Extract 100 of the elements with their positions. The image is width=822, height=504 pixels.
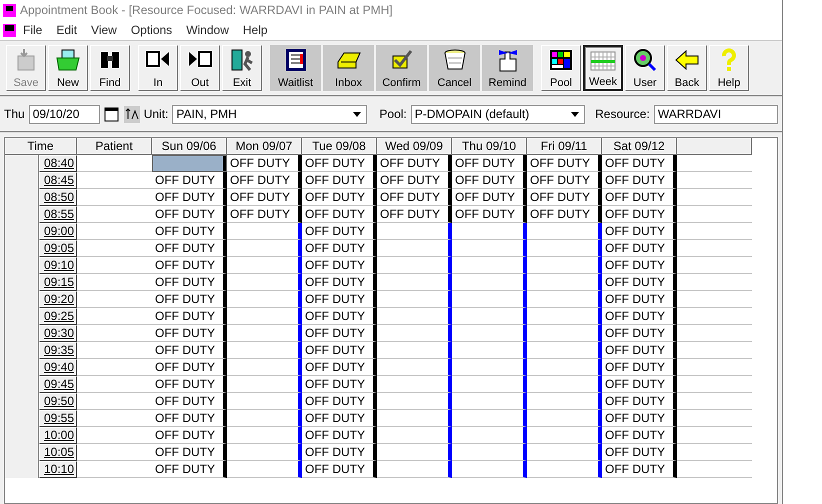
schedule-cell[interactable]: [452, 342, 527, 359]
schedule-cell[interactable]: [377, 427, 452, 444]
time-slot-button[interactable]: 09:55: [39, 410, 77, 427]
schedule-cell[interactable]: OFF DUTY: [452, 206, 527, 223]
schedule-cell[interactable]: [377, 223, 452, 240]
toolbar-button[interactable]: Remind: [482, 45, 533, 91]
resource-field[interactable]: WARRDAVI: [654, 104, 778, 124]
schedule-cell[interactable]: OFF DUTY: [152, 461, 227, 478]
schedule-cell[interactable]: OFF DUTY: [602, 274, 677, 291]
pool-dropdown[interactable]: P-DMOPAIN (default): [410, 104, 586, 124]
schedule-cell[interactable]: OFF DUTY: [602, 189, 677, 206]
schedule-cell[interactable]: OFF DUTY: [302, 155, 377, 172]
time-slot-button[interactable]: 09:15: [39, 274, 77, 291]
time-slot-button[interactable]: 09:10: [39, 257, 77, 274]
schedule-cell[interactable]: OFF DUTY: [602, 427, 677, 444]
schedule-cell[interactable]: OFF DUTY: [302, 342, 377, 359]
schedule-cell[interactable]: OFF DUTY: [602, 410, 677, 427]
schedule-cell[interactable]: OFF DUTY: [152, 189, 227, 206]
schedule-cell[interactable]: [452, 325, 527, 342]
schedule-cell[interactable]: OFF DUTY: [452, 172, 527, 189]
schedule-cell[interactable]: OFF DUTY: [602, 444, 677, 461]
menu-item[interactable]: Window: [179, 23, 236, 37]
schedule-cell[interactable]: [227, 410, 302, 427]
time-slot-button[interactable]: 09:20: [39, 291, 77, 308]
schedule-cell[interactable]: OFF DUTY: [152, 325, 227, 342]
menu-item[interactable]: Edit: [49, 23, 84, 37]
toolbar-button[interactable]: In: [138, 45, 178, 91]
schedule-cell[interactable]: OFF DUTY: [602, 393, 677, 410]
schedule-cell[interactable]: OFF DUTY: [602, 376, 677, 393]
time-slot-button[interactable]: 08:45: [39, 172, 77, 189]
schedule-cell[interactable]: [377, 359, 452, 376]
schedule-cell[interactable]: [527, 274, 602, 291]
schedule-cell[interactable]: OFF DUTY: [602, 172, 677, 189]
schedule-cell[interactable]: OFF DUTY: [302, 410, 377, 427]
schedule-cell[interactable]: [227, 376, 302, 393]
schedule-cell[interactable]: [152, 155, 227, 172]
schedule-cell[interactable]: [527, 393, 602, 410]
schedule-cell[interactable]: [527, 461, 602, 478]
schedule-cell[interactable]: OFF DUTY: [152, 308, 227, 325]
schedule-cell[interactable]: [377, 444, 452, 461]
schedule-cell[interactable]: [527, 359, 602, 376]
toolbar-button[interactable]: Back: [667, 45, 707, 91]
schedule-cell[interactable]: OFF DUTY: [152, 376, 227, 393]
schedule-cell[interactable]: OFF DUTY: [302, 223, 377, 240]
schedule-cell[interactable]: OFF DUTY: [602, 155, 677, 172]
document-icon[interactable]: [3, 24, 16, 36]
schedule-cell[interactable]: [527, 427, 602, 444]
schedule-cell[interactable]: [377, 308, 452, 325]
schedule-cell[interactable]: [452, 444, 527, 461]
schedule-cell[interactable]: [452, 240, 527, 257]
schedule-cell[interactable]: OFF DUTY: [527, 206, 602, 223]
schedule-cell[interactable]: [227, 342, 302, 359]
schedule-cell[interactable]: [227, 325, 302, 342]
calendar-icon[interactable]: [104, 106, 120, 122]
schedule-cell[interactable]: [227, 223, 302, 240]
time-slot-button[interactable]: 09:00: [39, 223, 77, 240]
schedule-cell[interactable]: OFF DUTY: [227, 189, 302, 206]
schedule-cell[interactable]: OFF DUTY: [227, 172, 302, 189]
schedule-cell[interactable]: OFF DUTY: [377, 206, 452, 223]
schedule-cell[interactable]: [452, 376, 527, 393]
schedule-cell[interactable]: [227, 257, 302, 274]
time-slot-button[interactable]: 10:00: [39, 427, 77, 444]
schedule-cell[interactable]: [527, 240, 602, 257]
schedule-cell[interactable]: OFF DUTY: [152, 206, 227, 223]
menu-item[interactable]: Help: [236, 23, 275, 37]
schedule-cell[interactable]: OFF DUTY: [602, 240, 677, 257]
time-slot-button[interactable]: 09:50: [39, 393, 77, 410]
time-slot-button[interactable]: 08:50: [39, 189, 77, 206]
toolbar-button[interactable]: User: [625, 45, 665, 91]
time-slot-button[interactable]: 09:45: [39, 376, 77, 393]
dropdown-arrow-icon[interactable]: [353, 112, 362, 116]
time-slot-button[interactable]: 09:05: [39, 240, 77, 257]
schedule-cell[interactable]: [452, 461, 527, 478]
schedule-cell[interactable]: [527, 308, 602, 325]
schedule-cell[interactable]: OFF DUTY: [377, 189, 452, 206]
toolbar-button[interactable]: Inbox: [323, 45, 374, 91]
schedule-cell[interactable]: [227, 240, 302, 257]
schedule-cell[interactable]: [527, 410, 602, 427]
schedule-cell[interactable]: [227, 393, 302, 410]
toolbar-button[interactable]: Pool: [541, 45, 581, 91]
schedule-cell[interactable]: OFF DUTY: [452, 189, 527, 206]
schedule-cell[interactable]: OFF DUTY: [227, 155, 302, 172]
schedule-cell[interactable]: [377, 240, 452, 257]
schedule-cell[interactable]: [527, 257, 602, 274]
schedule-cell[interactable]: [527, 325, 602, 342]
schedule-cell[interactable]: OFF DUTY: [602, 257, 677, 274]
schedule-cell[interactable]: [377, 342, 452, 359]
schedule-cell[interactable]: OFF DUTY: [152, 223, 227, 240]
dropdown-arrow-icon[interactable]: [571, 112, 580, 116]
schedule-cell[interactable]: [452, 291, 527, 308]
schedule-cell[interactable]: [452, 427, 527, 444]
schedule-cell[interactable]: [452, 308, 527, 325]
unit-dropdown[interactable]: PAIN, PMH: [172, 104, 368, 124]
schedule-cell[interactable]: OFF DUTY: [602, 342, 677, 359]
schedule-cell[interactable]: OFF DUTY: [302, 393, 377, 410]
schedule-cell[interactable]: OFF DUTY: [152, 427, 227, 444]
schedule-cell[interactable]: [452, 257, 527, 274]
schedule-cell[interactable]: [377, 376, 452, 393]
schedule-cell[interactable]: [227, 444, 302, 461]
schedule-cell[interactable]: [227, 308, 302, 325]
